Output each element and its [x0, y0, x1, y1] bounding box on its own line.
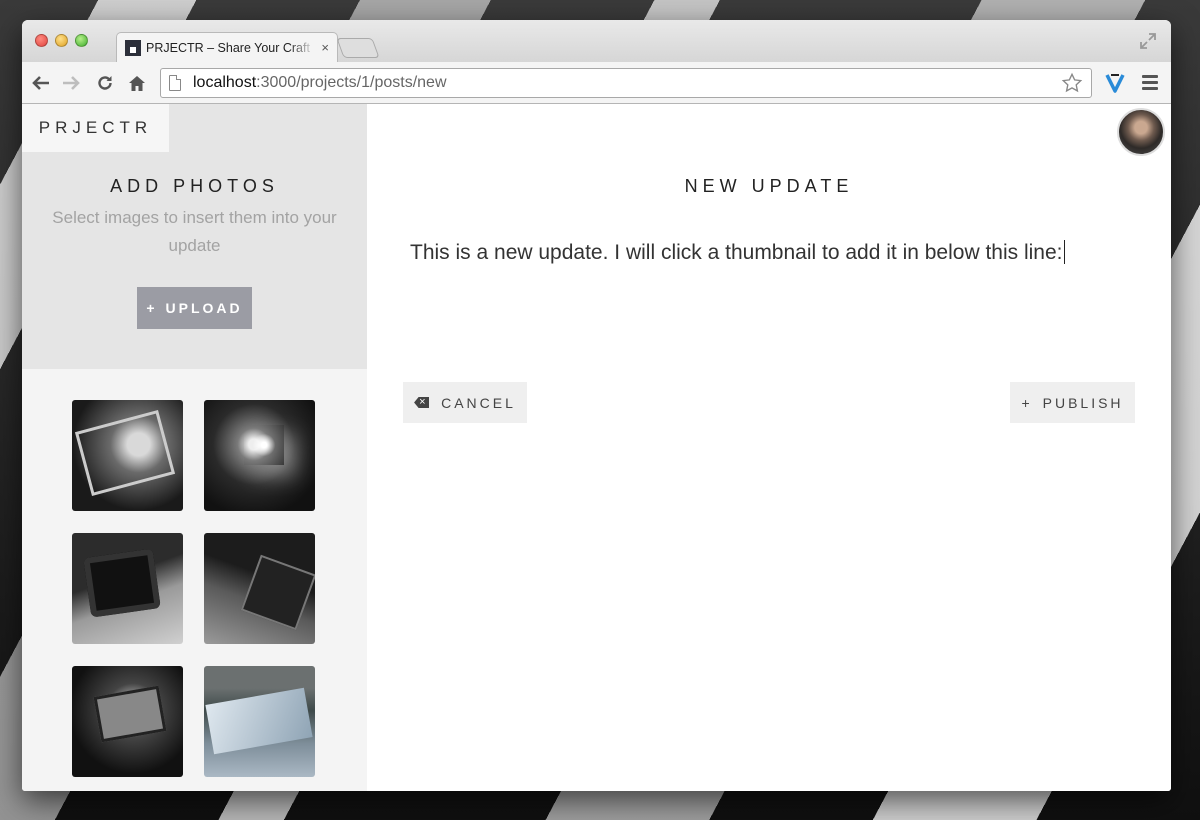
- forward-arrow-icon[interactable]: [60, 72, 82, 94]
- photo-thumbnail[interactable]: [72, 666, 183, 777]
- backspace-icon: [414, 397, 430, 408]
- app-content: PRJECTR ADD PHOTOS Select images to inse…: [22, 104, 1171, 791]
- favicon-icon: [125, 39, 141, 56]
- cancel-button[interactable]: CANCEL: [403, 382, 527, 423]
- text-caret: [1063, 240, 1065, 264]
- photos-sidebar: PRJECTR ADD PHOTOS Select images to inse…: [22, 104, 367, 791]
- tab-title: PRJECTR – Share Your Craft: [146, 40, 310, 55]
- update-text-editor[interactable]: This is a new update. I will click a thu…: [410, 240, 1140, 265]
- window-controls: [35, 34, 88, 47]
- browser-window: PRJECTR – Share Your Craft × localhost:3…: [22, 20, 1171, 791]
- menu-icon[interactable]: [1142, 75, 1158, 93]
- cancel-label: CANCEL: [441, 394, 516, 411]
- add-photos-title: ADD PHOTOS: [110, 176, 279, 196]
- upload-button[interactable]: + UPLOAD: [137, 287, 252, 329]
- new-tab-button[interactable]: [336, 38, 380, 58]
- upload-label: UPLOAD: [165, 300, 243, 316]
- url-path: :3000/projects/1/posts/new: [256, 74, 447, 91]
- photo-thumbnail[interactable]: [204, 400, 315, 511]
- publish-plus-icon: +: [1021, 394, 1033, 411]
- fullscreen-icon[interactable]: [1139, 32, 1157, 50]
- photo-thumbnail[interactable]: [204, 533, 315, 644]
- editor-text: This is a new update. I will click a thu…: [410, 241, 1063, 264]
- upload-plus-icon: +: [146, 300, 158, 316]
- update-editor-panel: NEW UPDATE This is a new update. I will …: [367, 104, 1171, 791]
- home-icon[interactable]: [126, 72, 148, 94]
- page-title: NEW UPDATE: [684, 176, 854, 196]
- avatar[interactable]: [1117, 108, 1165, 156]
- browser-titlebar: PRJECTR – Share Your Craft ×: [22, 20, 1171, 62]
- thumbnail-grid: [72, 400, 315, 777]
- back-arrow-icon[interactable]: [30, 72, 52, 94]
- url-host: localhost: [193, 74, 257, 91]
- photo-thumbnail[interactable]: [204, 666, 315, 777]
- minimize-window-button[interactable]: [55, 34, 68, 47]
- photo-thumbnail[interactable]: [72, 400, 183, 511]
- url-text[interactable]: localhost:3000/projects/1/posts/new: [193, 74, 447, 92]
- logo[interactable]: PRJECTR: [22, 104, 169, 152]
- tab-close-icon[interactable]: ×: [321, 40, 329, 55]
- add-photos-subtitle: Select images to insert them into your u…: [52, 208, 337, 255]
- publish-button[interactable]: + PUBLISH: [1010, 382, 1135, 423]
- address-bar[interactable]: localhost:3000/projects/1/posts/new: [160, 68, 1092, 98]
- zoom-window-button[interactable]: [75, 34, 88, 47]
- close-window-button[interactable]: [35, 34, 48, 47]
- browser-tab[interactable]: PRJECTR – Share Your Craft ×: [116, 32, 338, 62]
- photo-thumbnail[interactable]: [72, 533, 183, 644]
- reload-icon[interactable]: [94, 72, 116, 94]
- star-icon[interactable]: [1061, 72, 1083, 100]
- page-icon: [169, 75, 181, 91]
- extension-icon[interactable]: [1104, 72, 1126, 94]
- publish-label: PUBLISH: [1042, 394, 1124, 411]
- browser-toolbar: localhost:3000/projects/1/posts/new: [22, 62, 1171, 104]
- sidebar-header: PRJECTR ADD PHOTOS Select images to inse…: [22, 104, 367, 369]
